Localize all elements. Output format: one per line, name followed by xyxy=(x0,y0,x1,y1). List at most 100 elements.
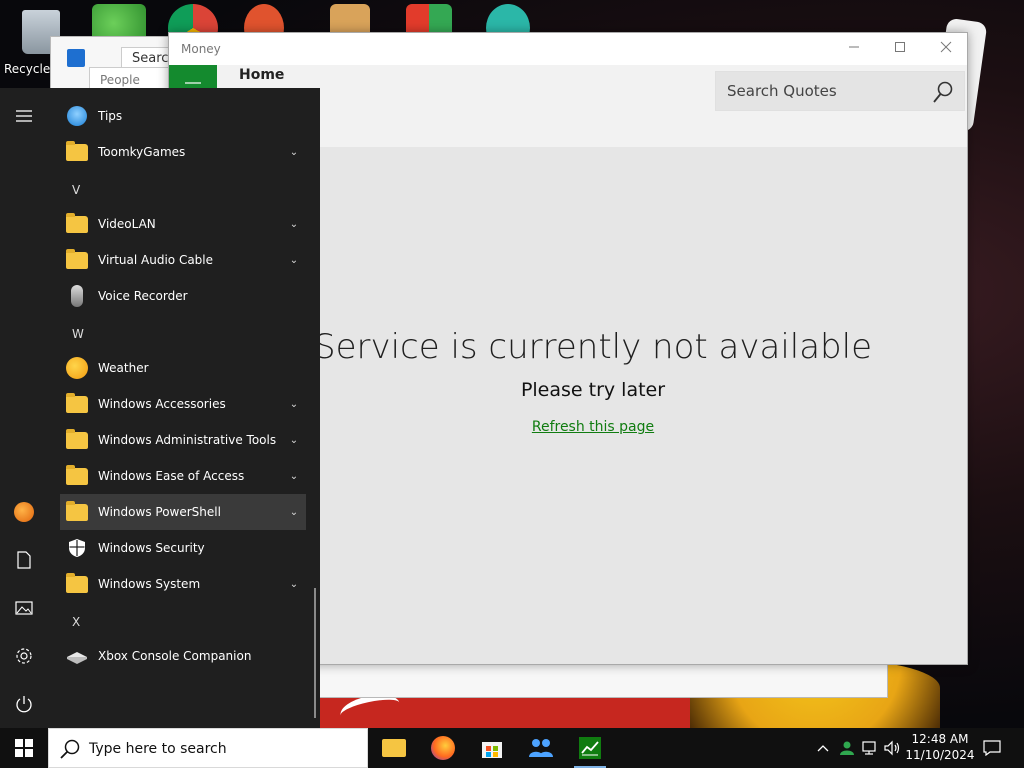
chevron-down-icon: ⌄ xyxy=(289,434,299,446)
app-item-tips[interactable]: Tips xyxy=(60,98,306,134)
chevron-down-icon: ⌄ xyxy=(289,398,299,410)
title-bar[interactable]: Money xyxy=(169,33,967,65)
app-item-label: Windows Accessories xyxy=(98,397,226,411)
app-item-xbox-console-companion[interactable]: Xbox Console Companion xyxy=(60,638,306,674)
app-list: Tips ToomkyGames ⌄ V VideoLAN ⌄ Virtual … xyxy=(56,88,308,728)
file-explorer-icon xyxy=(382,739,406,757)
app-item-windows-security[interactable]: Windows Security xyxy=(60,530,306,566)
app-item-label: ToomkyGames xyxy=(98,145,186,159)
documents-button[interactable] xyxy=(0,536,48,584)
app-item-toomkygames[interactable]: ToomkyGames ⌄ xyxy=(60,134,306,170)
power-icon xyxy=(16,696,32,713)
app-list-scrollbar[interactable] xyxy=(314,588,316,718)
firefox-icon xyxy=(431,736,455,760)
search-icon[interactable] xyxy=(932,80,954,104)
hamburger-icon xyxy=(16,110,32,122)
app-item-videolan[interactable]: VideoLAN ⌄ xyxy=(60,206,306,242)
taskbar-people[interactable] xyxy=(525,732,557,764)
chevron-down-icon: ⌄ xyxy=(289,506,299,518)
app-item-virtual-audio-cable[interactable]: Virtual Audio Cable ⌄ xyxy=(60,242,306,278)
taskbar-file-explorer[interactable] xyxy=(378,732,410,764)
app-item-windows-ease-of-access[interactable]: Windows Ease of Access ⌄ xyxy=(60,458,306,494)
app-item-label: VideoLAN xyxy=(98,217,156,231)
maximize-button[interactable] xyxy=(877,33,923,65)
weather-icon xyxy=(66,357,88,379)
chevron-down-icon: ⌄ xyxy=(289,254,299,266)
search-icon xyxy=(60,739,80,759)
notification-icon xyxy=(983,740,1001,756)
volume-icon xyxy=(884,740,900,756)
app-item-label: Windows System xyxy=(98,577,201,591)
app-item-label: Tips xyxy=(98,109,123,123)
documents-icon xyxy=(17,551,31,569)
start-menu-rail xyxy=(0,88,48,728)
app-item-weather[interactable]: Weather xyxy=(60,350,306,386)
xbox-icon xyxy=(67,652,87,664)
folder-icon xyxy=(66,572,88,593)
app-item-label: Windows PowerShell xyxy=(98,505,221,519)
window-title: Money xyxy=(181,42,221,56)
minimize-button[interactable] xyxy=(831,33,877,65)
settings-icon xyxy=(16,648,32,664)
alphabet-header-w[interactable]: W xyxy=(60,316,306,352)
network-button[interactable] xyxy=(860,728,882,768)
app-item-voice-recorder[interactable]: Voice Recorder xyxy=(60,278,306,314)
show-hidden-icons-button[interactable] xyxy=(812,728,834,768)
app-item-windows-powershell[interactable]: Windows PowerShell ⌄ xyxy=(60,494,306,530)
folder-icon xyxy=(66,392,88,413)
windows-logo-icon xyxy=(15,739,33,757)
action-center-button[interactable] xyxy=(978,728,1006,768)
store-icon xyxy=(482,742,502,758)
chevron-down-icon: ⌄ xyxy=(289,146,299,158)
expand-menu-button[interactable] xyxy=(0,92,48,140)
pictures-button[interactable] xyxy=(0,584,48,632)
store-icon xyxy=(67,49,85,67)
lightbulb-icon xyxy=(67,106,87,126)
folder-icon xyxy=(66,248,88,269)
user-status-icon xyxy=(840,741,854,755)
alphabet-header-x[interactable]: X xyxy=(60,604,306,640)
user-avatar-icon xyxy=(14,502,34,522)
chevron-down-icon: ⌄ xyxy=(289,578,299,590)
app-item-label: Windows Administrative Tools xyxy=(98,433,277,447)
clock-date: 11/10/2024 xyxy=(905,748,975,762)
app-item-windows-system[interactable]: Windows System ⌄ xyxy=(60,566,306,602)
tray-user-button[interactable] xyxy=(836,728,858,768)
power-button[interactable] xyxy=(0,680,48,728)
microphone-icon xyxy=(71,285,83,307)
clock-button[interactable]: 12:48 AM 11/10/2024 xyxy=(904,731,976,767)
app-item-label: Virtual Audio Cable xyxy=(98,253,214,267)
settings-button[interactable] xyxy=(0,632,48,680)
taskbar: Type here to search 12:48 AM 11/10/2024 xyxy=(0,728,1024,768)
taskbar-store[interactable] xyxy=(476,732,508,764)
alphabet-header-v[interactable]: V xyxy=(60,172,306,208)
app-item-label: Weather xyxy=(98,361,149,375)
shield-icon xyxy=(69,539,85,557)
close-button[interactable] xyxy=(923,33,969,65)
taskbar-firefox[interactable] xyxy=(427,732,459,764)
app-item-label: Windows Ease of Access xyxy=(98,469,245,483)
chevron-up-icon xyxy=(817,745,829,752)
taskbar-search-input[interactable]: Type here to search xyxy=(89,741,227,757)
folder-icon xyxy=(66,500,88,521)
navigation-menu-button[interactable] xyxy=(169,65,217,89)
app-item-label: Windows Security xyxy=(98,541,205,555)
app-item-label: Voice Recorder xyxy=(98,289,188,303)
search-quotes-box[interactable]: Search Quotes xyxy=(715,71,965,111)
close-icon xyxy=(940,41,952,53)
chevron-down-icon: ⌄ xyxy=(289,470,299,482)
search-quotes-input[interactable]: Search Quotes xyxy=(727,82,837,100)
pictures-icon xyxy=(15,601,33,615)
taskbar-money[interactable] xyxy=(574,732,606,768)
volume-button[interactable] xyxy=(882,728,904,768)
minimize-icon xyxy=(849,46,859,48)
hamburger-icon xyxy=(185,82,201,84)
app-item-windows-accessories[interactable]: Windows Accessories ⌄ xyxy=(60,386,306,422)
user-account-button[interactable] xyxy=(0,488,48,536)
page-title: Home xyxy=(239,67,285,83)
taskbar-search-box[interactable]: Type here to search xyxy=(48,728,368,768)
app-item-label: Xbox Console Companion xyxy=(98,649,252,663)
start-button[interactable] xyxy=(0,728,48,768)
chevron-down-icon: ⌄ xyxy=(289,218,299,230)
app-item-windows-administrative-tools[interactable]: Windows Administrative Tools ⌄ xyxy=(60,422,306,458)
